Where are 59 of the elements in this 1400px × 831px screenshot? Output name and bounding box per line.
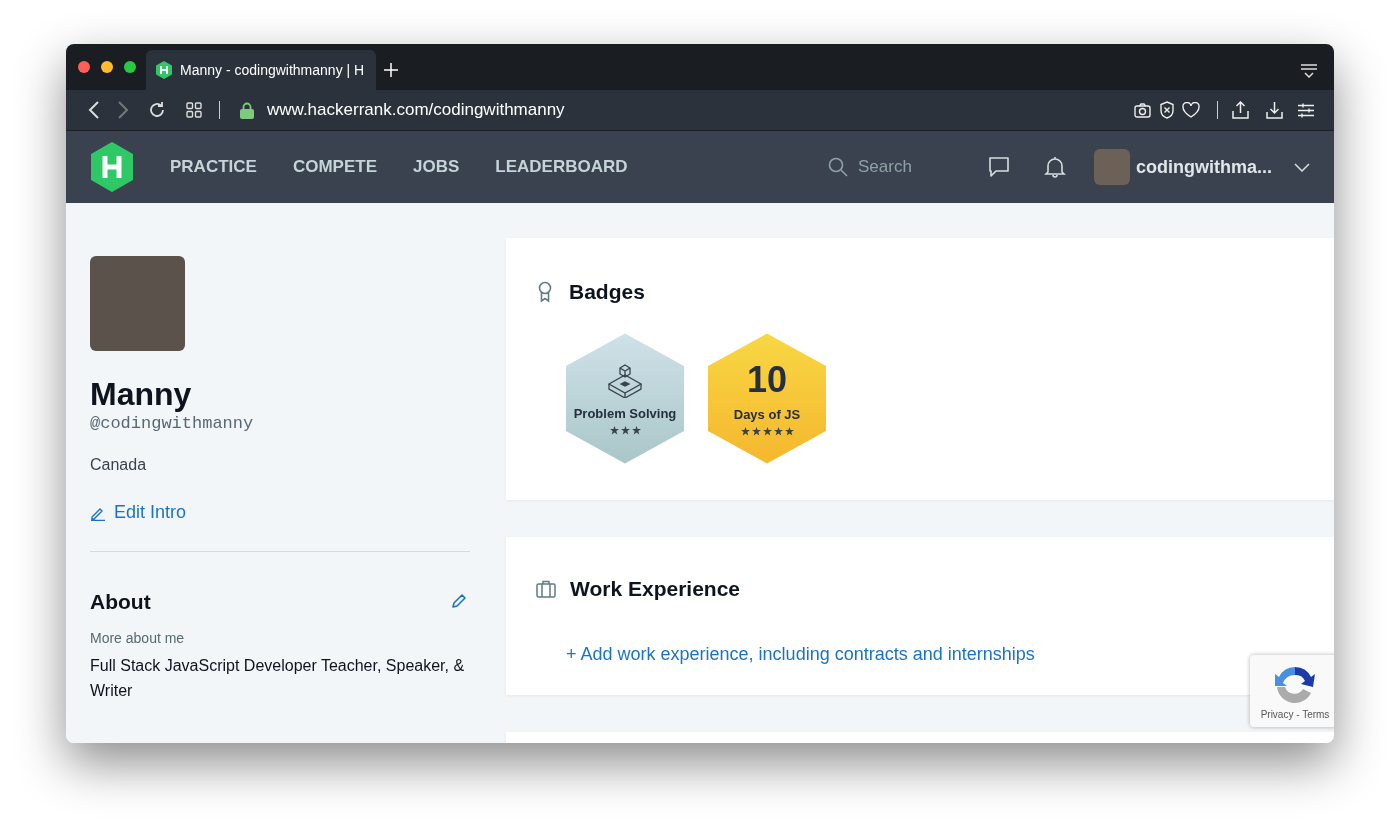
camera-icon[interactable] — [1134, 102, 1151, 118]
search-icon — [828, 157, 848, 177]
badge[interactable]: Problem Solving — [566, 333, 684, 464]
username-menu[interactable]: codingwithma... — [1136, 153, 1272, 181]
briefcase-icon — [536, 579, 556, 598]
chat-icon[interactable] — [988, 156, 1010, 178]
star-icon — [609, 426, 619, 436]
hexagon-logo-icon — [156, 61, 172, 79]
reload-icon[interactable] — [148, 101, 166, 119]
chevron-down-icon[interactable] — [1294, 162, 1310, 172]
forward-icon[interactable] — [117, 101, 129, 119]
ribbon-award-icon — [536, 280, 554, 303]
grid-icon[interactable] — [186, 102, 202, 118]
close-window-button[interactable] — [78, 61, 90, 73]
profile-name: Manny — [90, 375, 193, 413]
add-work-experience-link[interactable]: + Add work experience, including contracts and internships — [566, 640, 1035, 668]
hexagon-logo-icon[interactable] — [90, 142, 134, 192]
pencil-icon[interactable] — [450, 593, 466, 610]
notification-bell-icon[interactable] — [1044, 156, 1066, 178]
recaptcha-widget[interactable]: Privacy - Terms — [1250, 655, 1334, 727]
badge-title: Days of JS — [733, 405, 801, 424]
lock-icon — [240, 101, 254, 119]
about-label: More about me — [90, 628, 186, 648]
sliders-icon[interactable] — [1298, 102, 1314, 118]
profile-handle: @codingwithmanny — [90, 413, 255, 435]
url-field[interactable]: www.hackerrank.com/codingwithmanny — [267, 97, 565, 123]
nav-link[interactable]: PRACTICE — [170, 154, 257, 180]
star-icon — [762, 427, 772, 437]
profile-country: Canada — [90, 455, 148, 475]
star-icon — [784, 427, 794, 437]
star-icon — [751, 427, 761, 437]
star-icon — [740, 427, 750, 437]
shield-icon[interactable] — [1159, 101, 1175, 119]
about-heading: About — [90, 589, 151, 615]
badge-title: Problem Solving — [573, 404, 677, 423]
back-icon[interactable] — [88, 101, 100, 119]
badges-heading: Badges — [569, 279, 645, 305]
heart-icon[interactable] — [1182, 102, 1200, 118]
tab-title: Manny - codingwithmanny | H — [180, 60, 365, 80]
nav-link[interactable]: COMPETE — [292, 154, 377, 180]
download-icon[interactable] — [1266, 101, 1283, 119]
about-text: Full Stack JavaScript Developer Teacher, Speaker, & Writer — [90, 655, 466, 701]
star-icon — [773, 427, 783, 437]
badge[interactable]: 10 Days of JS — [708, 333, 826, 464]
star-icon — [620, 426, 630, 436]
tab-list-icon[interactable] — [1300, 64, 1318, 78]
star-icon — [631, 426, 641, 436]
zoom-window-button[interactable] — [124, 61, 136, 73]
minimize-window-button[interactable] — [101, 61, 113, 73]
edit-intro-link[interactable]: Edit Intro — [90, 499, 187, 526]
work-experience-heading: Work Experience — [570, 576, 741, 602]
badge-number: 10 — [746, 360, 787, 399]
privacy-terms-links[interactable]: Privacy - Terms — [1260, 707, 1330, 722]
browser-tab[interactable]: Manny - codingwithmanny | H — [146, 50, 376, 90]
new-tab-icon[interactable] — [384, 63, 398, 77]
nav-link[interactable]: LEADERBOARD — [495, 154, 628, 180]
share-icon[interactable] — [1232, 101, 1249, 119]
search-field[interactable]: Search — [858, 154, 944, 180]
nav-link[interactable]: JOBS — [412, 154, 460, 180]
